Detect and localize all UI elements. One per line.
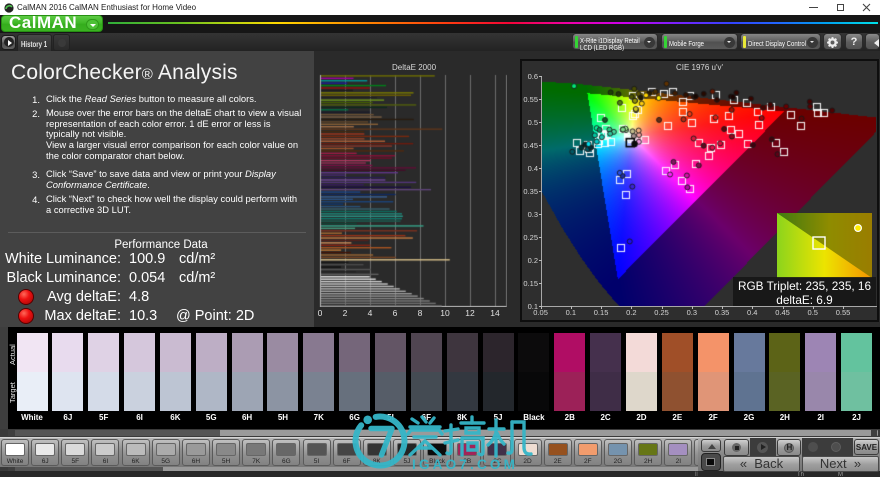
svg-text:IGAO7.COM: IGAO7.COM bbox=[412, 457, 518, 472]
